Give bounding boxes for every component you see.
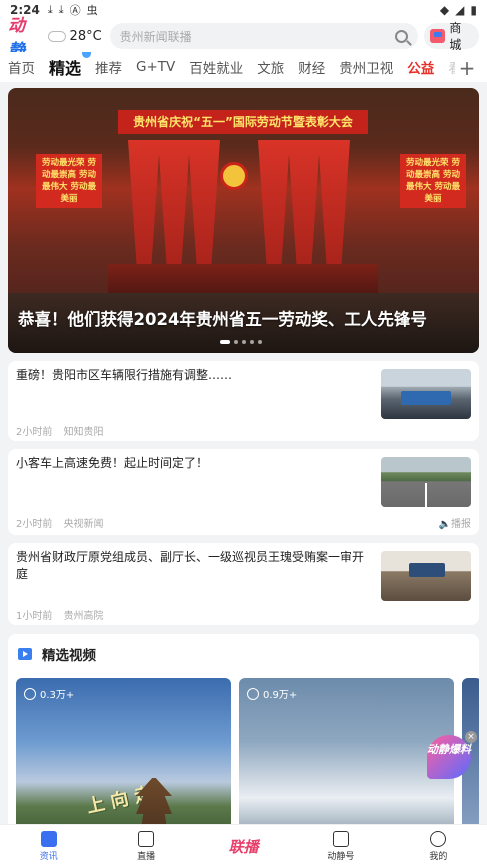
news-time: 2小时前: [16, 427, 53, 438]
hero-carousel[interactable]: 贵州省庆祝“五一”国际劳动节暨表彰大会 劳动最光荣 劳动最崇高 劳动最伟大 劳动…: [8, 88, 479, 353]
news-item[interactable]: 贵州省财政厅原党组成员、副厅长、一级巡视员王瑰受贿案一审开庭 1小时前 贵州高院: [8, 543, 479, 625]
add-channel-icon[interactable]: +: [455, 56, 479, 80]
nav-broadcast[interactable]: 联播: [195, 825, 292, 867]
mall-label: 商城: [449, 21, 462, 52]
stage: [108, 264, 378, 294]
video-section-icon: [18, 648, 32, 660]
news-source: 央视新闻: [63, 519, 104, 530]
news-meta: 2小时前 知知贵阳: [16, 423, 112, 438]
tab-charity[interactable]: 公益: [407, 57, 434, 77]
search-input[interactable]: 贵州新闻联播: [109, 23, 418, 49]
flag-decoration: [158, 140, 190, 280]
cloud-icon: [47, 30, 66, 42]
nav-label: 我的: [429, 851, 448, 862]
live-tv-icon: [138, 830, 155, 847]
video-view-count: 0.3万+: [24, 686, 74, 701]
flag-decoration: [288, 140, 320, 280]
tab-recommend[interactable]: 推荐: [95, 57, 122, 77]
video-card[interactable]: 0.9万+: [239, 678, 454, 834]
news-thumbnail: [381, 369, 471, 419]
tab-featured[interactable]: 精选: [49, 52, 92, 79]
left-slogan-board: 劳动最光荣 劳动最崇高 劳动最伟大 劳动最美丽: [36, 154, 102, 208]
news-thumbnail: [381, 457, 471, 507]
battery-icon: ▮: [470, 3, 477, 17]
hero-banner-text: 贵州省庆祝“五一”国际劳动节暨表彰大会: [118, 110, 368, 134]
a-icon: Ⓐ: [69, 4, 81, 17]
news-icon: [40, 830, 57, 847]
nav-label: 动静号: [327, 851, 355, 862]
logo-text-a: 动: [8, 16, 25, 36]
nav-mine[interactable]: 我的: [390, 825, 487, 867]
news-source: 贵州高院: [63, 611, 104, 622]
video-card[interactable]: 0.3万+ 上 向 走: [16, 678, 231, 834]
mall-icon: [429, 29, 446, 43]
carousel-dot[interactable]: [250, 340, 254, 344]
featured-video-section: 精选视频 0.3万+ 上 向 走 0.9万+: [8, 634, 479, 834]
tab-guizhou-tv[interactable]: 贵州卫视: [339, 57, 393, 77]
news-source: 知知贵阳: [63, 427, 104, 438]
top-bar: 动静 28°C 贵州新闻联播 商城: [0, 16, 487, 61]
flag-decoration: [258, 140, 290, 280]
mall-button[interactable]: 商城: [423, 21, 479, 52]
carousel-dot[interactable]: [234, 340, 238, 344]
tab-culture-travel[interactable]: 文旅: [257, 57, 284, 77]
section-header: 精选视频: [18, 644, 96, 664]
nav-label: 直播: [137, 851, 156, 862]
tip-off-badge[interactable]: 动静爆料 ×: [427, 731, 477, 785]
news-time: 2小时前: [16, 519, 53, 530]
tab-home[interactable]: 首页: [8, 57, 35, 77]
flag-decoration: [188, 140, 220, 280]
carousel-dot[interactable]: [220, 340, 230, 344]
news-title: 贵州省财政厅原党组成员、副厅长、一级巡视员王瑰受贿案一审开庭: [16, 550, 365, 581]
search-placeholder: 贵州新闻联播: [119, 29, 192, 44]
download-icon: ⤓: [58, 3, 64, 16]
search-icon[interactable]: [394, 29, 408, 43]
news-item[interactable]: 重磅！贵阳市区车辆限行措施有调整…… 2小时前 知知贵阳: [8, 361, 479, 441]
audio-report-button[interactable]: 🔈播报: [439, 515, 471, 530]
right-slogan-board: 劳动最光荣 劳动最崇高 劳动最伟大 劳动最美丽: [400, 154, 466, 208]
news-title: 小客车上高速免费！起止时间定了！: [16, 456, 209, 470]
nav-label: 资讯: [39, 851, 58, 862]
bug-icon: 虫: [86, 4, 98, 17]
weather-widget[interactable]: 28°C: [47, 28, 102, 44]
carousel-dot[interactable]: [242, 340, 246, 344]
profile-icon: [430, 830, 447, 847]
news-item[interactable]: 小客车上高速免费！起止时间定了！ 2小时前 央视新闻 🔈播报: [8, 449, 479, 535]
nav-news[interactable]: 资讯: [0, 825, 97, 867]
bottom-nav: 资讯 直播 联播 动静号 我的: [0, 824, 487, 867]
account-icon: [332, 830, 349, 847]
flag-decoration: [128, 140, 160, 280]
carousel-dots: [220, 340, 262, 344]
carousel-dot[interactable]: [258, 340, 262, 344]
news-meta: 1小时前 贵州高院: [16, 607, 112, 622]
tab-gtv[interactable]: G+TV: [136, 59, 175, 75]
section-title: 精选视频: [42, 648, 96, 664]
status-bar: 2:24 ⤓ ⤓ Ⓐ 虫 ◆ ◢ ▮: [0, 0, 487, 20]
nav-live[interactable]: 直播: [97, 825, 194, 867]
news-meta: 2小时前 央视新闻: [16, 515, 112, 530]
channel-tabs: 首页 精选 推荐 G+TV 百姓就业 文旅 财经 贵州卫视 公益 看: [0, 52, 487, 82]
tab-employment[interactable]: 百姓就业: [189, 57, 243, 77]
download-icon: ⤓: [47, 3, 53, 16]
tab-finance[interactable]: 财经: [298, 57, 325, 77]
news-title: 重磅！贵阳市区车辆限行措施有调整……: [16, 368, 233, 382]
broadcast-icon: 联播: [228, 837, 259, 856]
video-view-count: 0.9万+: [247, 686, 297, 701]
wifi-icon: ◆: [439, 3, 450, 17]
tip-off-icon[interactable]: 动静爆料: [427, 735, 471, 779]
emblem-icon: [220, 162, 248, 190]
signal-icon: ◢: [455, 3, 465, 17]
nav-dongjing-account[interactable]: 动静号: [292, 825, 389, 867]
news-thumbnail: [381, 551, 471, 601]
news-time: 1小时前: [16, 611, 53, 622]
report-label: 播报: [451, 519, 471, 530]
close-icon[interactable]: ×: [465, 731, 477, 743]
hero-caption: 恭喜！他们获得2024年贵州省五一劳动奖、工人先锋号: [18, 310, 427, 329]
flag-decoration: [318, 140, 350, 280]
temperature: 28°C: [69, 28, 102, 44]
